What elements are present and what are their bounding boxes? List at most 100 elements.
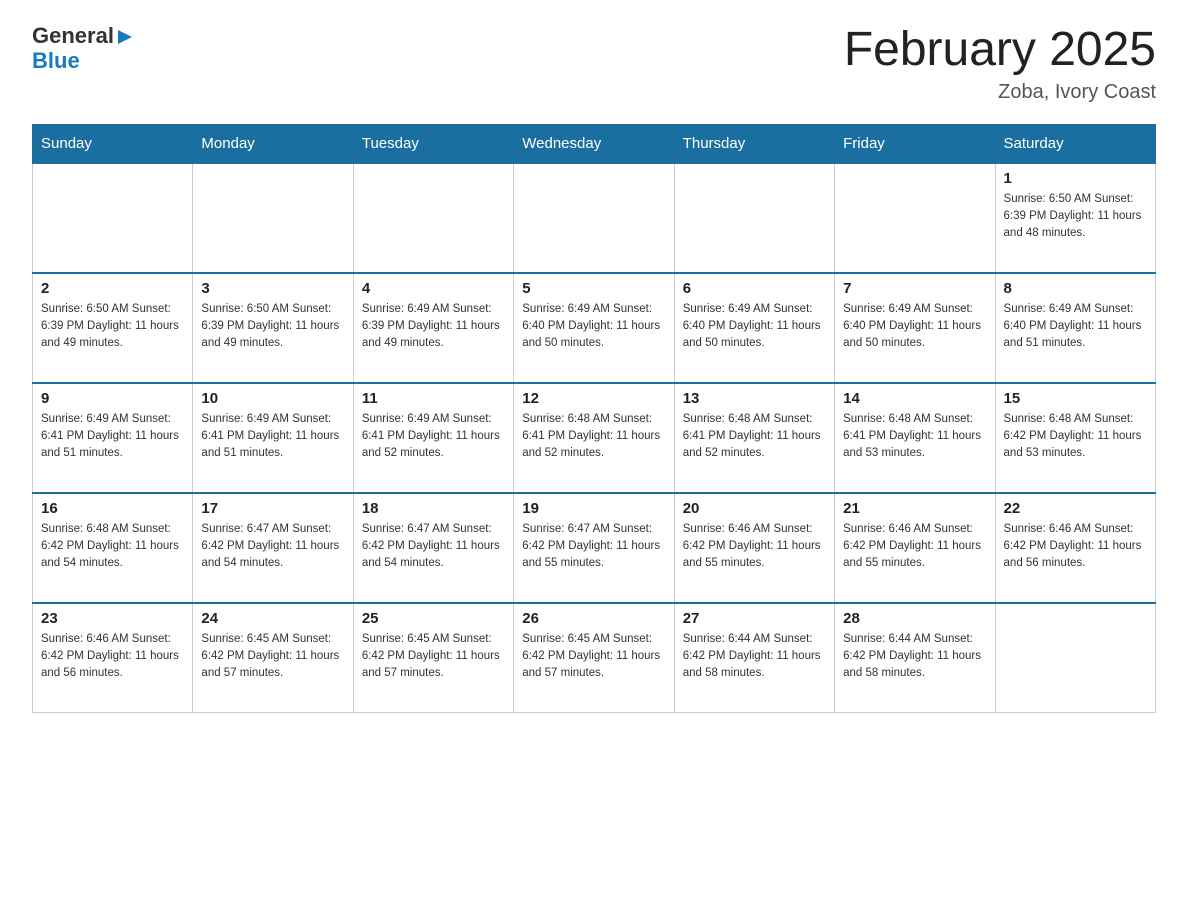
day-number-26: 26	[522, 610, 665, 627]
calendar-cell-w1-d4: 6 Sunrise: 6:49 AM Sunset: 6:40 PM Daylig…	[674, 273, 834, 383]
day-number-18: 18	[362, 500, 505, 517]
calendar-cell-w1-d3: 5 Sunrise: 6:49 AM Sunset: 6:40 PM Daylig…	[514, 273, 674, 383]
day-info-18: Sunrise: 6:47 AM Sunset: 6:42 PM Dayligh…	[362, 521, 505, 573]
day-info-10: Sunrise: 6:49 AM Sunset: 6:41 PM Dayligh…	[201, 411, 344, 463]
week-row-3: 16 Sunrise: 6:48 AM Sunset: 6:42 PM Dayli…	[33, 493, 1156, 603]
day-info-21: Sunrise: 6:46 AM Sunset: 6:42 PM Dayligh…	[843, 521, 986, 573]
day-number-1: 1	[1004, 170, 1147, 187]
day-number-2: 2	[41, 280, 184, 297]
calendar-cell-w4-d6	[995, 603, 1155, 713]
calendar-cell-w0-d4	[674, 163, 834, 273]
calendar-cell-w0-d0	[33, 163, 193, 273]
header-tuesday: Tuesday	[353, 124, 513, 163]
calendar-cell-w2-d0: 9 Sunrise: 6:49 AM Sunset: 6:41 PM Daylig…	[33, 383, 193, 493]
calendar-cell-w1-d2: 4 Sunrise: 6:49 AM Sunset: 6:39 PM Daylig…	[353, 273, 513, 383]
calendar-cell-w4-d4: 27Sunrise: 6:44 AM Sunset: 6:42 PM Dayli…	[674, 603, 834, 713]
day-number-20: 20	[683, 500, 826, 517]
calendar-cell-w2-d6: 15Sunrise: 6:48 AM Sunset: 6:42 PM Dayli…	[995, 383, 1155, 493]
day-info-11: Sunrise: 6:49 AM Sunset: 6:41 PM Dayligh…	[362, 411, 505, 463]
day-info-19: Sunrise: 6:47 AM Sunset: 6:42 PM Dayligh…	[522, 521, 665, 573]
day-number-11: 11	[362, 390, 505, 407]
calendar-cell-w3-d5: 21 Sunrise: 6:46 AM Sunset: 6:42 PM Dayli…	[835, 493, 995, 603]
header-monday: Monday	[193, 124, 353, 163]
day-info-3: Sunrise: 6:50 AM Sunset: 6:39 PM Dayligh…	[201, 301, 344, 353]
day-number-4: 4	[362, 280, 505, 297]
day-info-4: Sunrise: 6:49 AM Sunset: 6:39 PM Dayligh…	[362, 301, 505, 353]
day-number-17: 17	[201, 500, 344, 517]
calendar-cell-w4-d0: 23 Sunrise: 6:46 AM Sunset: 6:42 PM Dayli…	[33, 603, 193, 713]
week-row-0: 1 Sunrise: 6:50 AM Sunset: 6:39 PM Daylig…	[33, 163, 1156, 273]
day-number-7: 7	[843, 280, 986, 297]
day-number-19: 19	[522, 500, 665, 517]
day-info-5: Sunrise: 6:49 AM Sunset: 6:40 PM Dayligh…	[522, 301, 665, 353]
calendar-cell-w2-d3: 12 Sunrise: 6:48 AM Sunset: 6:41 PM Dayli…	[514, 383, 674, 493]
title-block: February 2025 Zoba, Ivory Coast	[844, 24, 1156, 104]
calendar-cell-w4-d5: 28 Sunrise: 6:44 AM Sunset: 6:42 PM Dayli…	[835, 603, 995, 713]
day-number-5: 5	[522, 280, 665, 297]
day-info-12: Sunrise: 6:48 AM Sunset: 6:41 PM Dayligh…	[522, 411, 665, 463]
day-number-22: 22	[1004, 500, 1147, 517]
day-number-28: 28	[843, 610, 986, 627]
day-info-17: Sunrise: 6:47 AM Sunset: 6:42 PM Dayligh…	[201, 521, 344, 573]
page-header: General Blue February 2025 Zoba, Ivory C…	[32, 24, 1156, 104]
day-number-13: 13	[683, 390, 826, 407]
calendar-cell-w2-d4: 13 Sunrise: 6:48 AM Sunset: 6:41 PM Dayli…	[674, 383, 834, 493]
day-info-13: Sunrise: 6:48 AM Sunset: 6:41 PM Dayligh…	[683, 411, 826, 463]
day-info-6: Sunrise: 6:49 AM Sunset: 6:40 PM Dayligh…	[683, 301, 826, 353]
day-number-9: 9	[41, 390, 184, 407]
day-number-24: 24	[201, 610, 344, 627]
day-number-6: 6	[683, 280, 826, 297]
day-number-16: 16	[41, 500, 184, 517]
day-info-23: Sunrise: 6:46 AM Sunset: 6:42 PM Dayligh…	[41, 631, 184, 683]
calendar-cell-w3-d1: 17 Sunrise: 6:47 AM Sunset: 6:42 PM Dayli…	[193, 493, 353, 603]
day-info-25: Sunrise: 6:45 AM Sunset: 6:42 PM Dayligh…	[362, 631, 505, 683]
header-sunday: Sunday	[33, 124, 193, 163]
calendar-table: Sunday Monday Tuesday Wednesday Thursday…	[32, 124, 1156, 714]
calendar-cell-w3-d2: 18 Sunrise: 6:47 AM Sunset: 6:42 PM Dayli…	[353, 493, 513, 603]
week-row-2: 9 Sunrise: 6:49 AM Sunset: 6:41 PM Daylig…	[33, 383, 1156, 493]
week-row-4: 23 Sunrise: 6:46 AM Sunset: 6:42 PM Dayli…	[33, 603, 1156, 713]
day-number-10: 10	[201, 390, 344, 407]
day-number-12: 12	[522, 390, 665, 407]
calendar-cell-w1-d0: 2Sunrise: 6:50 AM Sunset: 6:39 PM Daylig…	[33, 273, 193, 383]
header-wednesday: Wednesday	[514, 124, 674, 163]
header-friday: Friday	[835, 124, 995, 163]
calendar-cell-w1-d6: 8Sunrise: 6:49 AM Sunset: 6:40 PM Daylig…	[995, 273, 1155, 383]
day-number-14: 14	[843, 390, 986, 407]
day-number-3: 3	[201, 280, 344, 297]
calendar-cell-w0-d3	[514, 163, 674, 273]
calendar-cell-w3-d0: 16 Sunrise: 6:48 AM Sunset: 6:42 PM Dayli…	[33, 493, 193, 603]
logo-general-text: General	[32, 24, 134, 48]
day-info-16: Sunrise: 6:48 AM Sunset: 6:42 PM Dayligh…	[41, 521, 184, 573]
day-info-1: Sunrise: 6:50 AM Sunset: 6:39 PM Dayligh…	[1004, 191, 1147, 243]
calendar-cell-w0-d2	[353, 163, 513, 273]
calendar-cell-w3-d4: 20 Sunrise: 6:46 AM Sunset: 6:42 PM Dayli…	[674, 493, 834, 603]
day-info-27: Sunrise: 6:44 AM Sunset: 6:42 PM Dayligh…	[683, 631, 826, 683]
calendar-subtitle: Zoba, Ivory Coast	[844, 81, 1156, 104]
calendar-cell-w0-d1	[193, 163, 353, 273]
day-number-25: 25	[362, 610, 505, 627]
calendar-cell-w3-d6: 22 Sunrise: 6:46 AM Sunset: 6:42 PM Dayli…	[995, 493, 1155, 603]
calendar-cell-w3-d3: 19 Sunrise: 6:47 AM Sunset: 6:42 PM Dayli…	[514, 493, 674, 603]
day-info-22: Sunrise: 6:46 AM Sunset: 6:42 PM Dayligh…	[1004, 521, 1147, 573]
day-info-26: Sunrise: 6:45 AM Sunset: 6:42 PM Dayligh…	[522, 631, 665, 683]
day-number-23: 23	[41, 610, 184, 627]
weekday-header-row: Sunday Monday Tuesday Wednesday Thursday…	[33, 124, 1156, 163]
day-info-14: Sunrise: 6:48 AM Sunset: 6:41 PM Dayligh…	[843, 411, 986, 463]
calendar-cell-w4-d2: 25 Sunrise: 6:45 AM Sunset: 6:42 PM Dayli…	[353, 603, 513, 713]
day-info-7: Sunrise: 6:49 AM Sunset: 6:40 PM Dayligh…	[843, 301, 986, 353]
calendar-title: February 2025	[844, 24, 1156, 77]
calendar-cell-w0-d5	[835, 163, 995, 273]
logo: General Blue	[32, 24, 134, 74]
day-number-8: 8	[1004, 280, 1147, 297]
day-number-21: 21	[843, 500, 986, 517]
day-info-28: Sunrise: 6:44 AM Sunset: 6:42 PM Dayligh…	[843, 631, 986, 683]
calendar-cell-w2-d1: 10 Sunrise: 6:49 AM Sunset: 6:41 PM Dayli…	[193, 383, 353, 493]
day-info-9: Sunrise: 6:49 AM Sunset: 6:41 PM Dayligh…	[41, 411, 184, 463]
calendar-cell-w2-d2: 11 Sunrise: 6:49 AM Sunset: 6:41 PM Dayli…	[353, 383, 513, 493]
calendar-cell-w4-d3: 26 Sunrise: 6:45 AM Sunset: 6:42 PM Dayli…	[514, 603, 674, 713]
day-info-24: Sunrise: 6:45 AM Sunset: 6:42 PM Dayligh…	[201, 631, 344, 683]
day-info-20: Sunrise: 6:46 AM Sunset: 6:42 PM Dayligh…	[683, 521, 826, 573]
header-saturday: Saturday	[995, 124, 1155, 163]
calendar-cell-w0-d6: 1 Sunrise: 6:50 AM Sunset: 6:39 PM Daylig…	[995, 163, 1155, 273]
